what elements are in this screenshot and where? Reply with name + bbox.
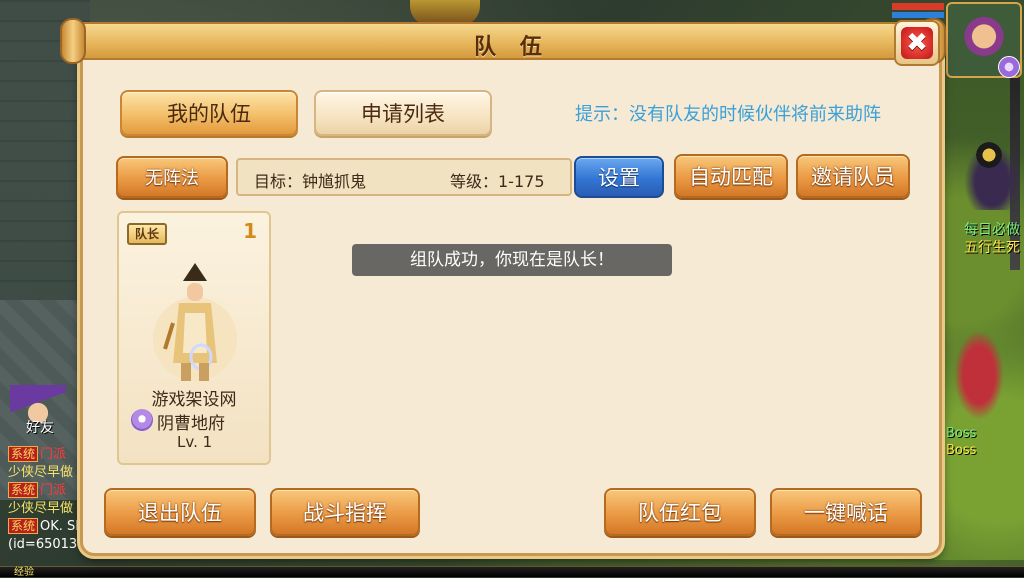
friend-label[interactable]: 好友 [26, 420, 54, 436]
friend-avatar-icon[interactable] [10, 385, 66, 425]
system-tag: 系统 [8, 518, 39, 534]
chat-line: 少侠尽早做 [8, 500, 90, 518]
leave-team-button[interactable]: 退出队伍 [104, 488, 256, 536]
battle-command-button[interactable]: 战斗指挥 [270, 488, 420, 536]
team-target-box[interactable]: 目标：钟馗抓鬼 等级：1-175 [236, 158, 572, 196]
settings-button[interactable]: 设置 [574, 156, 664, 198]
system-tag: 系统 [8, 482, 39, 498]
chat-text: 少侠尽早做 [8, 465, 74, 480]
chat-line: (id=650135, [8, 536, 90, 554]
close-button[interactable]: ✖ [894, 20, 940, 66]
team-red-packet-button[interactable]: 队伍红包 [604, 488, 756, 536]
member-sect: 阴曹地府 [157, 414, 225, 434]
panel-title: 队 伍 [474, 35, 550, 60]
chat-line: 系统 OK. SK [8, 518, 90, 536]
chat-text: 门派 [40, 483, 67, 498]
chat-text: 门派 [40, 447, 67, 462]
exp-bar [0, 566, 1024, 577]
hp-bar [892, 3, 944, 10]
boss-label-1: Boss [946, 426, 977, 441]
close-icon: ✖ [901, 27, 933, 59]
member-level: Lv. 1 [177, 433, 213, 451]
chat-line: 少侠尽早做 [8, 464, 90, 482]
tip-text: 提示：没有队友的时候伙伴将前来助阵 [575, 104, 881, 125]
sect-icon [131, 409, 153, 431]
formation-button[interactable]: 无阵法 [116, 156, 228, 198]
target-level: 等级：1-175 [450, 172, 545, 191]
one-click-shout-button[interactable]: 一键喊话 [770, 488, 922, 536]
character-figure [153, 263, 237, 381]
daily-task-text[interactable]: 每日必做 [964, 222, 1020, 238]
auto-match-button[interactable]: 自动匹配 [674, 154, 788, 198]
chat-line: 系统 门派 [8, 446, 90, 464]
chat-text: (id=650135, [8, 537, 90, 552]
invite-member-button[interactable]: 邀请队员 [796, 154, 910, 198]
scene-red-creature [954, 330, 1004, 420]
tab-my-team[interactable]: 我的队伍 [120, 90, 298, 136]
target-goal: 目标：钟馗抓鬼 [254, 172, 367, 191]
system-tag: 系统 [8, 446, 39, 462]
member-card[interactable]: 队长 1 游戏架设网 阴曹地府 Lv. 1 [117, 211, 271, 465]
five-elements-text[interactable]: 五行生死 [964, 240, 1020, 256]
chat-text: OK. SK [40, 519, 84, 534]
chat-log[interactable]: 系统 门派 少侠尽早做 系统 门派 少侠尽早做 系统 OK. SK (id=65013… [8, 446, 90, 554]
toast-message: 组队成功，你现在是队长！ [352, 244, 672, 276]
chat-text: 少侠尽早做 [8, 501, 74, 516]
leader-badge: 队长 [127, 223, 167, 245]
scene-npc [962, 140, 1022, 210]
slot-number: 1 [243, 219, 257, 243]
member-name: 游戏架设网 [151, 390, 237, 410]
chat-line: 系统 门派 [8, 482, 90, 500]
tab-apply-list[interactable]: 申请列表 [314, 90, 492, 136]
mp-bar [892, 12, 944, 18]
boss-label-2: Boss [946, 443, 977, 458]
